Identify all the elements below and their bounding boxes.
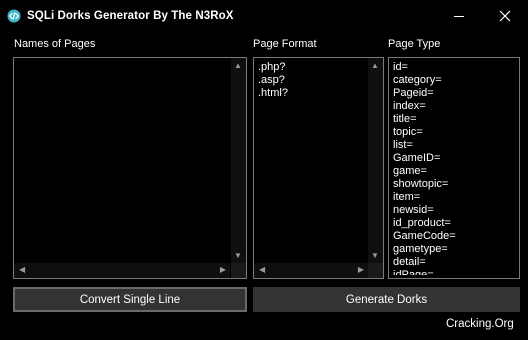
- names-of-pages-textbox[interactable]: ▲ ▼ ◀ ▶: [13, 57, 247, 279]
- app-code-icon: [7, 9, 21, 23]
- horizontal-scrollbar[interactable]: ◀ ▶: [14, 263, 230, 278]
- page-format-textbox[interactable]: .php? .asp? .html? ▲ ▼ ◀ ▶: [253, 57, 384, 279]
- close-button[interactable]: [482, 0, 528, 32]
- format-item: .html?: [258, 87, 288, 99]
- type-item: idPage=: [393, 269, 434, 275]
- type-item: index=: [393, 100, 426, 112]
- vertical-scrollbar[interactable]: ▲ ▼: [368, 58, 383, 263]
- format-item: .asp?: [258, 74, 285, 86]
- scroll-up-icon[interactable]: ▲: [371, 61, 379, 70]
- convert-single-line-button[interactable]: Convert Single Line: [13, 287, 247, 312]
- type-item: id_product=: [393, 217, 451, 229]
- names-of-pages-label: Names of Pages: [14, 38, 96, 50]
- window-title: SQLi Dorks Generator By The N3RoX: [27, 10, 234, 22]
- scroll-left-icon[interactable]: ◀: [259, 265, 265, 274]
- page-type-label: Page Type: [388, 38, 441, 50]
- type-item: title=: [393, 113, 417, 125]
- type-item: newsid=: [393, 204, 434, 216]
- vertical-scrollbar[interactable]: ▲ ▼: [231, 58, 246, 263]
- scrollbar-corner: [231, 263, 246, 278]
- type-item: detail=: [393, 256, 426, 268]
- type-item: Pageid=: [393, 87, 434, 99]
- type-item: GameCode=: [393, 230, 456, 242]
- type-item: item=: [393, 191, 421, 203]
- type-item: id=: [393, 61, 408, 73]
- type-item: list=: [393, 139, 413, 151]
- type-item: gametype=: [393, 243, 448, 255]
- scroll-left-icon[interactable]: ◀: [19, 265, 25, 274]
- credit-label: Cracking.Org: [446, 318, 514, 330]
- type-item: category=: [393, 74, 442, 86]
- scroll-right-icon[interactable]: ▶: [358, 265, 364, 274]
- scroll-up-icon[interactable]: ▲: [234, 61, 242, 70]
- type-item: topic=: [393, 126, 423, 138]
- type-item: showtopic=: [393, 178, 449, 190]
- title-bar: SQLi Dorks Generator By The N3RoX: [0, 0, 528, 34]
- close-icon: [499, 10, 511, 22]
- page-format-label: Page Format: [253, 38, 317, 50]
- type-item: GameID=: [393, 152, 441, 164]
- page-type-textbox[interactable]: id= category= Pageid= index= title= topi…: [388, 57, 520, 279]
- horizontal-scrollbar[interactable]: ◀ ▶: [254, 263, 368, 278]
- generate-dorks-button[interactable]: Generate Dorks: [253, 287, 520, 312]
- minimize-icon: [454, 16, 464, 17]
- scrollbar-corner: [368, 263, 383, 278]
- scroll-down-icon[interactable]: ▼: [234, 251, 242, 260]
- type-item: game=: [393, 165, 427, 177]
- minimize-button[interactable]: [436, 0, 482, 32]
- format-item: .php?: [258, 61, 286, 73]
- scroll-right-icon[interactable]: ▶: [220, 265, 226, 274]
- scroll-down-icon[interactable]: ▼: [371, 251, 379, 260]
